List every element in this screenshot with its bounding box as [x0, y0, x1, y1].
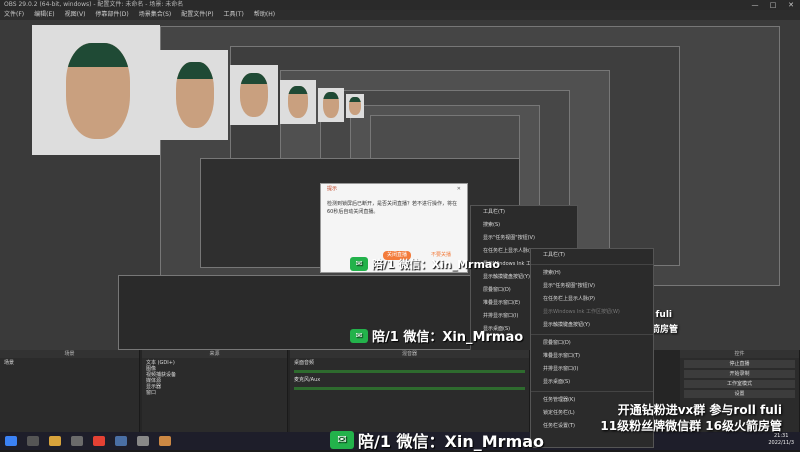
preview-canvas[interactable]: 提示 ✕ 检测到锁屏后已断开，是否关闭直播？若不进行操作，将在60秒后自动关闭直… — [0, 20, 800, 350]
webcam-frame-4 — [280, 80, 316, 124]
file-explorer-icon[interactable] — [49, 436, 61, 446]
window-title: OBS 29.0.2 (64-bit, windows) - 配置文件: 未命名… — [4, 1, 184, 8]
wechat-banner-text-large: 陪/1 微信：Xin_Mrmao — [358, 432, 545, 451]
menu-bar: 文件(F) 编辑(E) 视图(V) 停靠部件(D) 场景集合(S) 配置文件(P… — [0, 10, 800, 20]
side-text-rooms: 箭房管 — [650, 325, 678, 335]
menu-tools[interactable]: 工具(T) — [224, 10, 244, 20]
clock-date: 2022/11/3 — [768, 440, 794, 446]
menu-scene-collection[interactable]: 场景集合(S) — [139, 10, 172, 20]
scene-item[interactable]: 场景 — [4, 360, 135, 366]
obs-icon[interactable] — [71, 436, 83, 446]
dialog-title: 提示 — [327, 186, 338, 192]
settings-button[interactable]: 设置 — [684, 390, 795, 398]
side-text-fuli: fuli — [655, 310, 673, 320]
taskbar-clock[interactable]: 21:31 2022/11/3 — [768, 433, 794, 447]
menu-view[interactable]: 视图(V) — [65, 10, 86, 20]
studio-mode-button[interactable]: 工作室模式 — [684, 380, 795, 388]
ctx2-toolbar[interactable]: 工具栏(T) — [531, 249, 653, 262]
stop-streaming-button[interactable]: 停止直播 — [684, 360, 795, 368]
ctx2-cascade[interactable]: 层叠窗口(D) — [531, 337, 653, 350]
webcam-frame-1 — [32, 25, 160, 155]
webcam-frame-2 — [160, 50, 228, 140]
clock-time: 21:31 — [773, 433, 789, 439]
mixer-track-label: 麦克风/Aux — [294, 377, 321, 383]
wechat-icon: ✉ — [330, 431, 354, 449]
game-icon[interactable] — [159, 436, 171, 446]
ctx2-ink[interactable]: 显示Windows Ink 工作区按钮(W) — [531, 306, 653, 319]
ctx1-toolbar[interactable]: 工具栏(T) — [471, 206, 577, 219]
sources-panel: 来源 文本 (GDI+) 图像 视频捕获设备 媒体源 显示器 窗口 — [142, 350, 288, 432]
ctx2-people[interactable]: 在任务栏上显示人脉(P) — [531, 293, 653, 306]
task-view-icon[interactable] — [27, 436, 39, 446]
ctx1-search[interactable]: 搜索(S) — [471, 219, 577, 232]
wechat-banner-large: ✉ 陪/1 微信：Xin_Mrmao — [330, 428, 544, 452]
close-button[interactable]: ✕ — [782, 0, 800, 10]
menu-file[interactable]: 文件(F) — [4, 10, 24, 20]
promo-overlay: 开通钻粉进vx群 参与roll fuli 11级粉丝牌微信群 16级火箭房管 — [600, 402, 782, 434]
source-item[interactable]: 窗口 — [146, 390, 283, 396]
promo-line-2: 11级粉丝牌微信群 16级火箭房管 — [600, 419, 782, 433]
window-controls: — □ ✕ — [746, 0, 800, 10]
webcam-frame-3 — [230, 65, 278, 125]
ctx2-side-by-side[interactable]: 并排显示窗口(I) — [531, 363, 653, 376]
app-icon[interactable] — [115, 436, 127, 446]
mixer-track-label: 桌面音频 — [294, 360, 315, 366]
menu-help[interactable]: 帮助(H) — [254, 10, 275, 20]
ctx2-task-view[interactable]: 显示"任务视图"按钮(V) — [531, 280, 653, 293]
promo-line-1: 开通钻粉进vx群 参与roll fuli — [617, 403, 782, 417]
scenes-panel-title: 场景 — [0, 350, 139, 358]
webcam-frame-5 — [318, 88, 344, 122]
desktop-audio-meter — [294, 370, 525, 373]
wechat-banner-medium: ✉ 陪/1 微信：Xin_Mrmao — [350, 326, 523, 345]
start-icon[interactable] — [5, 436, 17, 446]
menu-profile[interactable]: 配置文件(P) — [181, 10, 213, 20]
maximize-button[interactable]: □ — [764, 0, 782, 10]
menu-edit[interactable]: 编辑(E) — [34, 10, 54, 20]
mixer-panel-title: 混音器 — [290, 350, 529, 358]
steam-icon[interactable] — [137, 436, 149, 446]
wechat-icon: ✉ — [350, 257, 368, 271]
start-recording-button[interactable]: 开始录制 — [684, 370, 795, 378]
wechat-banner-text-medium: 陪/1 微信：Xin_Mrmao — [372, 330, 524, 345]
dialog-message: 检测到锁屏后已断开，是否关闭直播？若不进行操作，将在60秒后自动关闭直播。 — [327, 201, 458, 215]
scenes-panel: 场景 场景 — [0, 350, 140, 432]
menu-docks[interactable]: 停靠部件(D) — [95, 10, 128, 20]
ctx2-show-desktop[interactable]: 显示桌面(S) — [531, 376, 653, 389]
chrome-icon[interactable] — [93, 436, 105, 446]
minimize-button[interactable]: — — [746, 0, 764, 10]
mixer-panel: 混音器 桌面音频 麦克风/Aux — [290, 350, 530, 432]
wechat-banner-text-small: 陪/1 微信：Xin_Mrmao — [372, 258, 500, 271]
ctx1-task-view[interactable]: 显示"任务视图"按钮(V) — [471, 232, 577, 245]
sources-panel-title: 来源 — [142, 350, 287, 358]
wechat-icon: ✉ — [350, 328, 368, 343]
dialog-close-icon[interactable]: ✕ — [457, 186, 461, 192]
ctx2-stack[interactable]: 堆叠显示窗口(T) — [531, 350, 653, 363]
window-title-bar: OBS 29.0.2 (64-bit, windows) - 配置文件: 未命名… — [0, 0, 800, 10]
mic-audio-meter — [294, 387, 525, 390]
controls-panel-title: 控件 — [680, 350, 799, 358]
webcam-frame-6 — [346, 94, 364, 118]
ctx2-search[interactable]: 搜索(H) — [531, 267, 653, 280]
ctx2-keyboard[interactable]: 显示触摸键盘按钮(Y) — [531, 319, 653, 332]
wechat-banner-small: ✉ 陪/1 微信：Xin_Mrmao — [350, 256, 500, 272]
